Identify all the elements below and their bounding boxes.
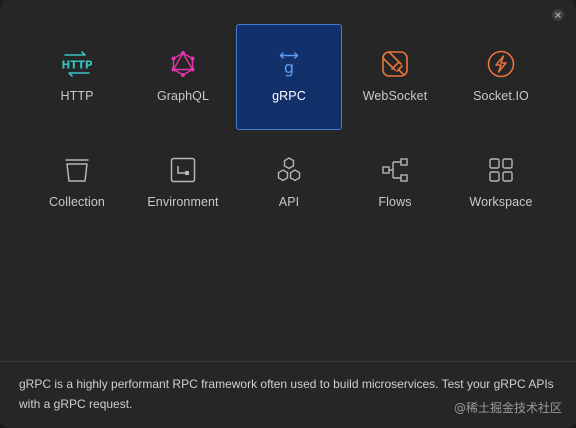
tile-label: HTTP: [60, 89, 94, 103]
tile-collection[interactable]: Collection: [24, 130, 130, 236]
api-icon: [274, 155, 304, 185]
tile-label: Workspace: [469, 195, 533, 209]
tile-websocket[interactable]: WebSocket: [342, 24, 448, 130]
tile-label: WebSocket: [362, 89, 428, 103]
create-new-dialog: HTTP HTTP GraphQL g gRPC WebSocket Socke…: [0, 0, 576, 428]
tile-grpc[interactable]: g gRPC: [236, 24, 342, 130]
tile-label: gRPC: [272, 89, 306, 103]
svg-text:HTTP: HTTP: [62, 60, 92, 72]
close-button[interactable]: [550, 7, 566, 23]
watermark: @稀土掘金技术社区: [453, 401, 562, 415]
tile-graphql[interactable]: GraphQL: [130, 24, 236, 130]
environment-icon: [168, 155, 198, 185]
tile-label: Environment: [147, 195, 219, 209]
graphql-icon: [168, 49, 198, 79]
websocket-icon: [380, 49, 410, 79]
tile-label: API: [278, 195, 300, 209]
tile-label: GraphQL: [156, 89, 210, 103]
tile-environment[interactable]: Environment: [130, 130, 236, 236]
tile-label: Socket.IO: [473, 89, 529, 103]
tile-api[interactable]: API: [236, 130, 342, 236]
tile-socketio[interactable]: Socket.IO: [448, 24, 554, 130]
tile-label: Flows: [378, 195, 412, 209]
http-icon: HTTP: [62, 49, 92, 79]
tile-flows[interactable]: Flows: [342, 130, 448, 236]
svg-text:g: g: [284, 58, 294, 77]
flows-icon: [380, 155, 410, 185]
close-icon: [552, 9, 564, 21]
tile-workspace[interactable]: Workspace: [448, 130, 554, 236]
socketio-icon: [486, 49, 516, 79]
tile-http[interactable]: HTTP HTTP: [24, 24, 130, 130]
workspace-icon: [486, 155, 516, 185]
type-grid: HTTP HTTP GraphQL g gRPC WebSocket Socke…: [24, 24, 554, 236]
collection-icon: [62, 155, 92, 185]
description-panel: gRPC is a highly performant RPC framewor…: [0, 361, 576, 428]
tile-label: Collection: [49, 195, 105, 209]
grpc-icon: g: [274, 49, 304, 79]
